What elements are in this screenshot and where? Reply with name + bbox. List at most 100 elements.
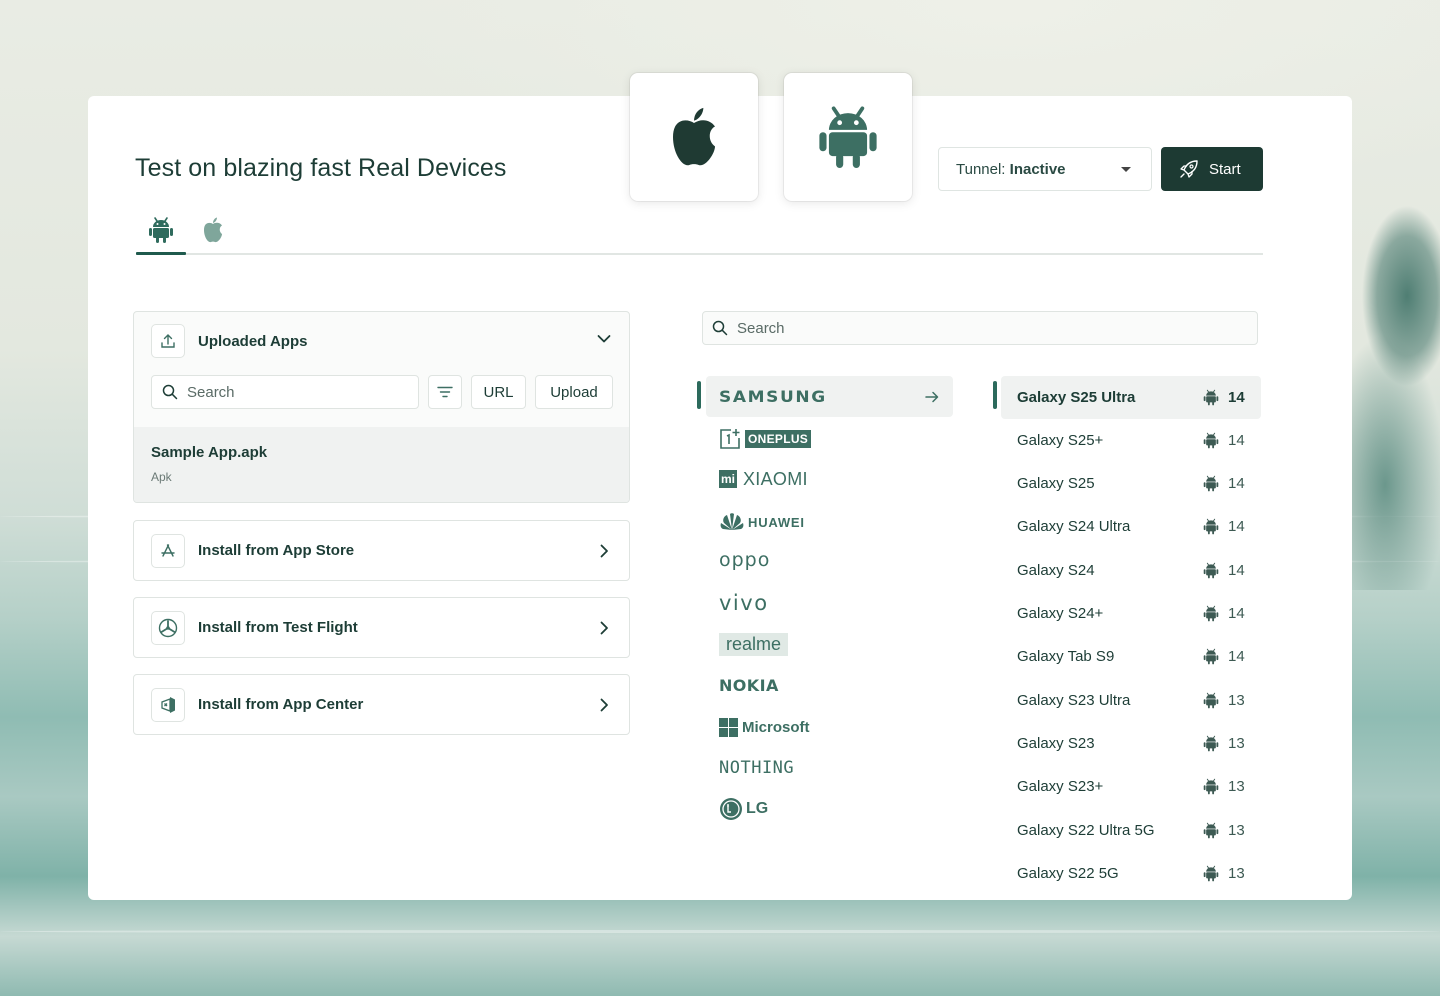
chevron-right-icon [600,544,608,558]
tunnel-label: Tunnel: [956,160,1006,178]
vivo-logo: vivo [719,591,769,615]
app-search-input[interactable]: Search [151,375,419,409]
brand-oppo[interactable]: oppo [719,546,770,574]
device-name: Galaxy S25 [1017,475,1095,493]
brand-nokia[interactable]: NOKIA [719,671,779,699]
microsoft-logo-mark [719,717,738,737]
ios-platform-tile[interactable] [630,73,758,201]
filter-icon [437,386,453,398]
brand-huawei[interactable]: HUAWEI [719,508,805,536]
search-icon [712,320,728,336]
os-version-number: 14 [1228,561,1245,579]
install-test-flight-option[interactable]: Install from Test Flight [133,597,630,658]
device-item[interactable]: Galaxy S24 14 [1017,558,1247,582]
device-item[interactable]: Galaxy S25 Ultra 14 [1017,385,1247,409]
apple-icon [673,107,715,166]
xiaomi-logo-mark: mi [719,470,737,488]
brand-lg[interactable]: LG [719,795,768,823]
brand-xiaomi[interactable]: mi XIAOMI [719,465,808,493]
start-label: Start [1209,160,1241,178]
brand-samsung[interactable]: SAMSUNG [719,383,939,411]
device-selection-indicator [993,381,997,409]
android-icon [1203,432,1219,449]
filter-button[interactable] [428,375,462,409]
apple-icon [204,217,222,243]
os-version-number: 14 [1228,648,1245,666]
device-item[interactable]: Galaxy Tab S9 14 [1017,645,1247,669]
os-version-number: 13 [1228,691,1245,709]
device-item[interactable]: Galaxy S22 Ultra 5G 13 [1017,818,1247,842]
install-app-store-option[interactable]: Install from App Store [133,520,630,581]
os-version-number: 14 [1228,388,1245,406]
device-name: Galaxy S24+ [1017,605,1104,622]
device-item[interactable]: Galaxy S23 13 [1017,731,1247,755]
uploaded-apps-panel: Uploaded Apps Search URL Upload Sample A… [133,311,630,503]
brand-vivo[interactable]: vivo [719,589,769,617]
brand-realme[interactable]: realme [719,630,789,658]
realme-logo: realme [719,632,789,656]
device-name: Galaxy S24 Ultra [1017,518,1131,536]
tunnel-dropdown[interactable]: Tunnel: Inactive [938,147,1152,191]
install-option-label: Install from App Store [198,542,355,559]
tab-android[interactable] [136,208,186,255]
app-name: Sample App.apk [151,444,268,461]
device-name: Galaxy S25 Ultra [1017,388,1136,406]
os-version: 13 [1203,692,1245,709]
android-icon [819,106,877,168]
android-icon [1203,562,1219,579]
arrow-right-icon [925,391,939,403]
os-version: 14 [1203,475,1245,492]
device-search-input[interactable]: Search [702,311,1258,345]
upload-button[interactable]: Upload [535,375,613,409]
rocket-icon [1180,160,1198,178]
android-icon [1203,865,1219,882]
microsoft-logo: Microsoft [742,718,810,736]
uploaded-app-item[interactable]: Sample App.apk Apk [134,427,629,502]
device-item[interactable]: Galaxy S25+ 14 [1017,428,1247,452]
page-title: Test on blazing fast Real Devices [135,154,507,182]
os-version: 14 [1203,389,1245,406]
android-icon [1203,822,1219,839]
os-version-number: 14 [1228,605,1245,622]
chevron-right-icon [600,698,608,712]
os-version: 13 [1203,822,1245,839]
device-item[interactable]: Galaxy S24+ 14 [1017,602,1247,626]
search-icon [162,384,178,400]
os-version-number: 14 [1228,518,1245,536]
device-selection-card: Test on blazing fast Real Devices Upload… [88,73,1352,900]
huawei-logo-mark [720,513,744,530]
uploaded-apps-header[interactable]: Uploaded Apps [151,324,307,358]
os-version: 13 [1203,778,1245,795]
brand-microsoft[interactable]: Microsoft [719,713,810,741]
os-version: 14 [1203,518,1245,535]
os-version-number: 14 [1228,431,1245,449]
upload-icon-box [151,324,185,358]
install-option-label: Install from Test Flight [198,619,358,636]
tab-ios[interactable] [188,208,238,252]
brand-nothing[interactable]: NOTHING [719,754,794,782]
brand-selection-indicator [697,381,701,409]
url-button[interactable]: URL [471,375,526,409]
os-version: 13 [1203,735,1245,752]
tab-bar-divider [136,253,1263,255]
os-version-number: 13 [1228,864,1245,882]
chevron-down-icon[interactable] [597,334,611,344]
oneplus-logo-mark [720,429,740,449]
app-center-icon [161,696,175,713]
install-app-center-option[interactable]: Install from App Center [133,674,630,735]
device-item[interactable]: Galaxy S23 Ultra 13 [1017,688,1247,712]
nothing-logo: NOTHING [719,758,795,778]
device-item[interactable]: Galaxy S23+ 13 [1017,775,1247,799]
brand-oneplus[interactable]: ONEPLUS [719,425,812,453]
start-button[interactable]: Start [1161,147,1263,191]
device-name: Galaxy Tab S9 [1017,648,1115,666]
android-icon [149,217,173,243]
device-item[interactable]: Galaxy S22 5G 13 [1017,861,1247,885]
android-platform-tile[interactable] [784,73,912,201]
device-name: Galaxy S22 Ultra 5G [1017,821,1155,839]
device-item[interactable]: Galaxy S24 Ultra 14 [1017,515,1247,539]
android-icon [1203,518,1219,535]
app-store-icon-box [151,533,185,568]
android-icon [1203,605,1219,622]
device-item[interactable]: Galaxy S25 14 [1017,472,1247,496]
